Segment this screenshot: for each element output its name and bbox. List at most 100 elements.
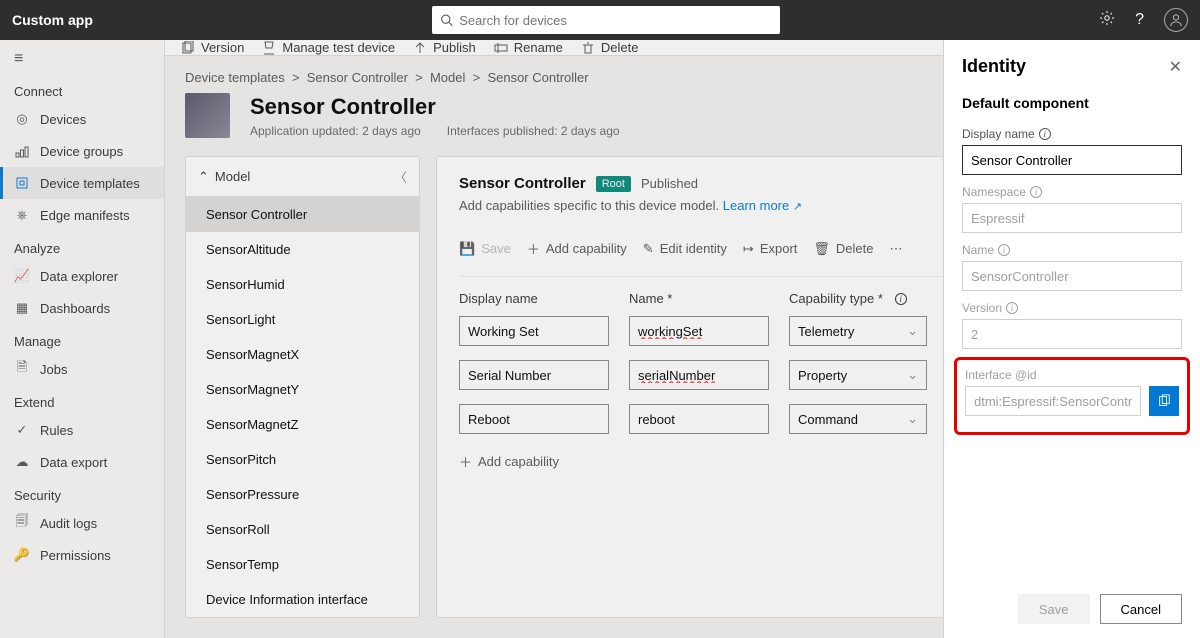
- search-box[interactable]: [432, 6, 780, 34]
- tree-item[interactable]: SensorRoll: [186, 512, 419, 547]
- edge-manifests-icon: ⎈: [14, 207, 30, 223]
- cap-name-input[interactable]: [629, 360, 769, 390]
- version-label: Version i: [962, 301, 1182, 315]
- cmd-rename[interactable]: Rename: [494, 40, 563, 55]
- chevron-up-icon: ⌃: [198, 169, 209, 185]
- devices-icon: ◎: [14, 111, 30, 127]
- cap-display-name-input[interactable]: [459, 360, 609, 390]
- help-icon[interactable]: ?: [1135, 11, 1144, 29]
- sidebar-item-device-templates[interactable]: Device templates: [0, 167, 164, 199]
- identity-panel: Identity ✕ Default component Display nam…: [943, 40, 1200, 638]
- panel-subtitle: Default component: [944, 83, 1200, 119]
- settings-icon[interactable]: [1099, 10, 1115, 31]
- published-label: Published: [641, 176, 698, 191]
- sidebar-item-rules[interactable]: ✓Rules: [0, 414, 164, 446]
- sidebar-item-device-groups[interactable]: Device groups: [0, 135, 164, 167]
- tree-item[interactable]: Sensor Controller: [186, 197, 419, 232]
- dashboards-icon: ▦: [14, 300, 30, 316]
- tree-item[interactable]: SensorLight: [186, 302, 419, 337]
- detail-title: Sensor Controller: [459, 175, 586, 192]
- cmd-publish[interactable]: Publish: [413, 40, 476, 55]
- sidebar-item-devices[interactable]: ◎Devices: [0, 103, 164, 135]
- info-icon[interactable]: i: [1030, 186, 1042, 198]
- side-section-label: Manage: [0, 324, 164, 353]
- sidebar-item-data-explorer[interactable]: 📈Data explorer: [0, 260, 164, 292]
- chevron-down-icon: ⌄: [907, 367, 918, 383]
- sidebar-item-edge-manifests[interactable]: ⎈Edge manifests: [0, 199, 164, 231]
- name-input: [962, 261, 1182, 291]
- cmd-version[interactable]: Version: [181, 40, 244, 55]
- cap-type-select[interactable]: Command⌄: [789, 404, 927, 434]
- search-icon: [440, 13, 453, 27]
- cap-name-input[interactable]: [629, 404, 769, 434]
- interface-id-label: Interface @id: [965, 368, 1179, 382]
- breadcrumb-link[interactable]: Model: [430, 70, 465, 85]
- breadcrumb-link[interactable]: Sensor Controller: [307, 70, 408, 85]
- info-icon[interactable]: i: [1039, 128, 1051, 140]
- top-bar: Custom app ?: [0, 0, 1200, 40]
- sidebar-item-jobs[interactable]: 🗎Jobs: [0, 353, 164, 385]
- app-title: Custom app: [12, 12, 432, 28]
- sidebar-item-dashboards[interactable]: ▦Dashboards: [0, 292, 164, 324]
- tree-item[interactable]: SensorMagnetX: [186, 337, 419, 372]
- cap-type-select[interactable]: Property⌄: [789, 360, 927, 390]
- display-name-label: Display name i: [962, 127, 1182, 141]
- sidebar-item-audit-logs[interactable]: 🗐Audit logs: [0, 507, 164, 539]
- info-icon[interactable]: i: [1006, 302, 1018, 314]
- tool-add-capability[interactable]: ＋ Add capability: [527, 239, 627, 258]
- tree-item[interactable]: Device Information interface: [186, 582, 419, 617]
- name-label: Name i: [962, 243, 1182, 257]
- search-input[interactable]: [459, 13, 772, 28]
- interface-id-input: [965, 386, 1141, 416]
- side-section-label: Analyze: [0, 231, 164, 260]
- interface-id-highlight: Interface @id: [954, 357, 1190, 435]
- version-input: [962, 319, 1182, 349]
- cap-display-name-input[interactable]: [459, 404, 609, 434]
- sidebar-item-data-export[interactable]: ☁Data export: [0, 446, 164, 478]
- sidebar-item-permissions[interactable]: 🔑Permissions: [0, 539, 164, 571]
- cap-display-name-input[interactable]: [459, 316, 609, 346]
- root-badge: Root: [596, 176, 631, 192]
- save-button: Save: [1018, 594, 1090, 624]
- breadcrumb-current: Sensor Controller: [487, 70, 588, 85]
- permissions-icon: 🔑: [14, 547, 30, 563]
- info-icon[interactable]: i: [895, 293, 907, 305]
- tree-item[interactable]: SensorMagnetZ: [186, 407, 419, 442]
- cmd-manage-test[interactable]: Manage test device: [262, 40, 395, 55]
- audit-logs-icon: 🗐: [14, 515, 30, 531]
- tool-save: 💾 Save: [459, 239, 511, 258]
- side-section-label: Extend: [0, 385, 164, 414]
- external-link-icon: [793, 198, 802, 213]
- tool-export[interactable]: ↦ Export: [743, 239, 797, 258]
- tree-item[interactable]: SensorMagnetY: [186, 372, 419, 407]
- app-updated-label: Application updated: 2 days ago: [250, 124, 421, 138]
- data-explorer-icon: 📈: [14, 268, 30, 284]
- tool-delete[interactable]: 🗑 Delete: [813, 239, 873, 258]
- copy-button[interactable]: [1149, 386, 1179, 416]
- rules-icon: ✓: [14, 422, 30, 438]
- breadcrumb-link[interactable]: Device templates: [185, 70, 285, 85]
- cap-name-input[interactable]: [629, 316, 769, 346]
- learn-more-link[interactable]: Learn more: [723, 198, 802, 213]
- template-thumbnail: [185, 93, 230, 138]
- add-capability-button[interactable]: ＋ Add capability: [459, 448, 559, 471]
- tree-item[interactable]: SensorPitch: [186, 442, 419, 477]
- cancel-button[interactable]: Cancel: [1100, 594, 1182, 624]
- model-tree-header[interactable]: ⌃ Model 〈: [186, 157, 419, 197]
- tool-more[interactable]: ⋯: [889, 239, 902, 258]
- tree-item[interactable]: SensorPressure: [186, 477, 419, 512]
- hamburger-icon[interactable]: ≡: [0, 40, 164, 74]
- cmd-delete[interactable]: Delete: [581, 40, 639, 55]
- info-icon[interactable]: i: [998, 244, 1010, 256]
- tree-item[interactable]: SensorHumid: [186, 267, 419, 302]
- tree-item[interactable]: SensorAltitude: [186, 232, 419, 267]
- cap-type-select[interactable]: Telemetry⌄: [789, 316, 927, 346]
- tool-edit-identity[interactable]: ✎ Edit identity: [643, 239, 727, 258]
- avatar[interactable]: [1164, 8, 1188, 32]
- namespace-label: Namespace i: [962, 185, 1182, 199]
- close-icon[interactable]: ✕: [1169, 57, 1182, 77]
- display-name-input[interactable]: [962, 145, 1182, 175]
- tree-item[interactable]: SensorTemp: [186, 547, 419, 582]
- col-display-name: Display name: [459, 291, 609, 306]
- device-groups-icon: [14, 143, 30, 159]
